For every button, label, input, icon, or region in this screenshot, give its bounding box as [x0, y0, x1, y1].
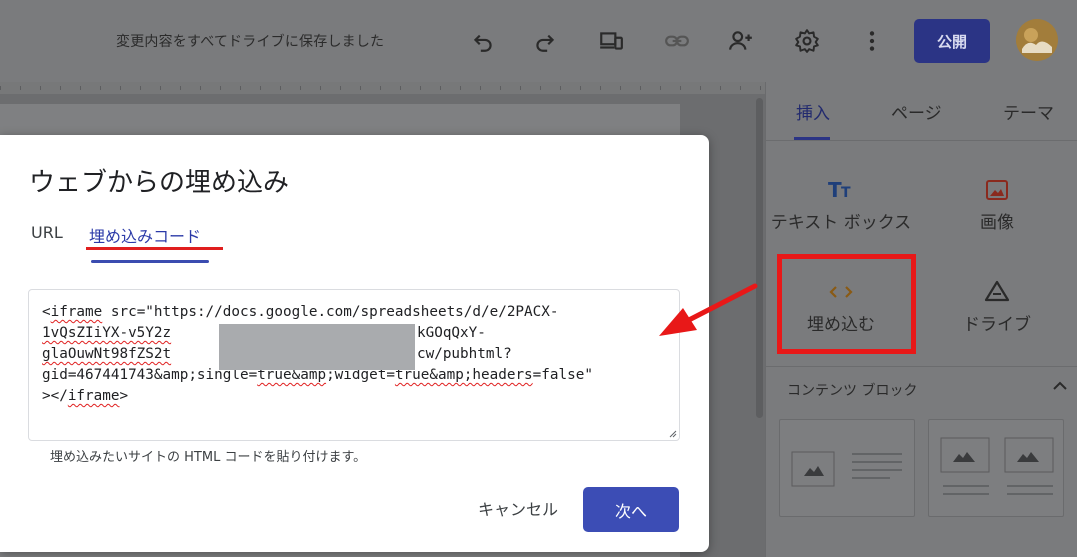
code-text: iframe [50, 304, 103, 320]
tab-page[interactable]: ページ [891, 99, 942, 124]
cancel-button[interactable]: キャンセル [465, 488, 571, 528]
code-line-3b: cw/pubhtml? [417, 346, 512, 362]
tab-insert[interactable]: 挿入 [796, 99, 830, 124]
chevron-up-icon[interactable] [1050, 376, 1070, 396]
code-line-2: 1vQsZIiYX-v5Y2z [42, 325, 172, 341]
embed-dialog: ウェブからの埋め込み URL 埋め込みコード <iframe src="http… [0, 135, 709, 552]
helper-text: 埋め込みたいサイトの HTML コードを貼り付けます。 [50, 450, 367, 465]
more-vert-icon[interactable] [855, 24, 889, 58]
code-line-3: glaOuwNt98fZS2t [42, 346, 172, 362]
insert-drive[interactable]: ドライブ [922, 274, 1072, 335]
canvas-scrollbar[interactable] [756, 98, 763, 418]
insert-text-box[interactable]: TT テキスト ボックス [766, 172, 916, 233]
share-icon[interactable] [724, 24, 758, 58]
tab-divider [766, 140, 1077, 141]
block-layout-icon [791, 451, 902, 487]
block-layout-icon [940, 437, 1054, 495]
tab-active-indicator [91, 260, 209, 263]
ruler [0, 82, 765, 94]
publish-button[interactable]: 公開 [914, 19, 990, 63]
top-bar: 変更内容をすべてドライブに保存しました 公開 [0, 0, 1077, 82]
insert-item-label: ドライブ [963, 315, 1031, 335]
annotation-underline [86, 247, 223, 250]
device-preview-icon[interactable] [594, 24, 628, 58]
dialog-title: ウェブからの埋め込み [29, 168, 290, 198]
code-text: iframe [67, 388, 120, 404]
insert-item-label: テキスト ボックス [770, 213, 912, 233]
content-blocks-title: コンテンツ ブロック [787, 383, 918, 399]
undo-icon[interactable] [466, 24, 500, 58]
tab-url[interactable]: URL [31, 223, 63, 242]
code-line-2b: kGOqQxY- [417, 325, 486, 341]
insert-image[interactable]: 画像 [922, 172, 1072, 233]
settings-icon[interactable] [790, 24, 824, 58]
resize-handle-icon[interactable] [667, 428, 677, 438]
image-icon [922, 172, 1072, 208]
redaction-block [219, 324, 415, 370]
svg-text:T: T [841, 185, 851, 201]
code-text: true&amp;headers [394, 367, 533, 383]
save-status: 変更内容をすべてドライブに保存しました [116, 34, 385, 50]
svg-text:T: T [828, 178, 842, 202]
panel-divider [766, 366, 1077, 367]
annotation-highlight-box [777, 254, 916, 354]
insert-item-label: 画像 [980, 213, 1014, 233]
code-line-1: <iframe src="https://docs.google.com/spr… [42, 304, 559, 320]
link-icon[interactable] [660, 24, 694, 58]
content-block-card[interactable] [928, 419, 1064, 517]
tab-embed-code[interactable]: 埋め込みコード [89, 223, 201, 247]
drive-icon [922, 274, 1072, 310]
annotation-arrow-icon [659, 283, 758, 336]
content-block-card[interactable] [779, 419, 915, 517]
embed-code-textarea[interactable]: <iframe src="https://docs.google.com/spr… [28, 289, 680, 441]
next-button[interactable]: 次へ [583, 487, 679, 532]
text-box-icon: TT [766, 172, 916, 208]
avatar[interactable] [1016, 19, 1058, 61]
redo-icon[interactable] [528, 24, 562, 58]
tab-theme[interactable]: テーマ [1003, 99, 1054, 124]
code-line-5: ></iframe> [42, 388, 129, 404]
